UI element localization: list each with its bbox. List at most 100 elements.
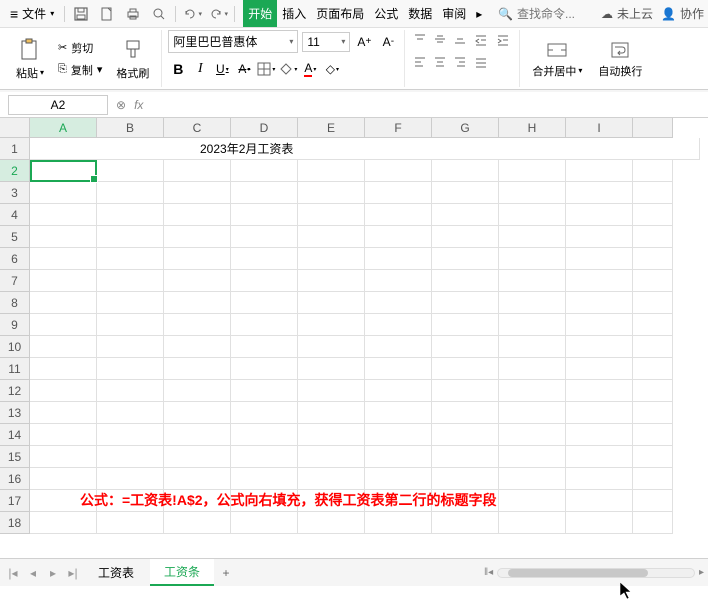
cell[interactable]	[499, 490, 566, 512]
cell[interactable]	[30, 446, 97, 468]
cell[interactable]	[633, 380, 673, 402]
coop-button[interactable]: 👤 协作	[661, 5, 704, 22]
cell[interactable]	[164, 490, 231, 512]
cell[interactable]	[298, 248, 365, 270]
cell[interactable]	[499, 182, 566, 204]
cell[interactable]	[365, 468, 432, 490]
cell[interactable]	[97, 380, 164, 402]
cell[interactable]	[97, 160, 164, 182]
cell[interactable]	[566, 204, 633, 226]
cell[interactable]	[30, 512, 97, 534]
cell[interactable]	[633, 292, 673, 314]
cell[interactable]	[231, 512, 298, 534]
merge-center-button[interactable]: 合并居中▾	[526, 37, 588, 81]
row-header[interactable]: 1	[0, 138, 30, 160]
sheet-first-button[interactable]: |◂	[4, 564, 22, 582]
cell[interactable]	[164, 182, 231, 204]
cell[interactable]	[298, 314, 365, 336]
cell[interactable]	[432, 402, 499, 424]
cell[interactable]	[164, 204, 231, 226]
cell[interactable]	[566, 446, 633, 468]
cell[interactable]	[432, 490, 499, 512]
cell[interactable]	[30, 182, 97, 204]
cell[interactable]	[30, 358, 97, 380]
tab-start[interactable]: 开始	[243, 0, 277, 27]
row-header[interactable]: 14	[0, 424, 30, 446]
col-header[interactable]: D	[231, 118, 298, 138]
cell[interactable]	[566, 226, 633, 248]
row-header[interactable]: 4	[0, 204, 30, 226]
tab-insert[interactable]: 插入	[277, 0, 311, 27]
cell[interactable]	[633, 226, 673, 248]
cell[interactable]	[432, 204, 499, 226]
cell[interactable]	[633, 336, 673, 358]
cell[interactable]	[298, 490, 365, 512]
cell[interactable]	[298, 270, 365, 292]
cell[interactable]	[164, 468, 231, 490]
cell[interactable]	[365, 402, 432, 424]
cell[interactable]	[164, 160, 231, 182]
cell[interactable]	[231, 424, 298, 446]
cell[interactable]	[30, 160, 97, 182]
italic-button[interactable]: I	[190, 59, 210, 79]
cell[interactable]	[633, 424, 673, 446]
cell[interactable]	[164, 402, 231, 424]
cell[interactable]	[566, 160, 633, 182]
cell[interactable]	[633, 314, 673, 336]
tab-more[interactable]: ▸	[471, 0, 487, 27]
cell[interactable]	[432, 512, 499, 534]
sheet-last-button[interactable]: ▸|	[64, 564, 82, 582]
cell[interactable]	[30, 490, 97, 512]
cell[interactable]	[566, 336, 633, 358]
align-right-button[interactable]	[451, 52, 469, 70]
row-header[interactable]: 3	[0, 182, 30, 204]
cut-button[interactable]: ✂剪切	[54, 38, 106, 58]
cell[interactable]	[298, 402, 365, 424]
cell[interactable]	[30, 226, 97, 248]
select-all-corner[interactable]	[0, 118, 30, 138]
cell[interactable]	[298, 358, 365, 380]
cell[interactable]	[164, 380, 231, 402]
col-header[interactable]: H	[499, 118, 566, 138]
cell[interactable]	[566, 292, 633, 314]
cell[interactable]	[633, 402, 673, 424]
cell[interactable]	[164, 248, 231, 270]
bold-button[interactable]: B	[168, 59, 188, 79]
cell[interactable]	[365, 512, 432, 534]
cell[interactable]	[499, 380, 566, 402]
preview-button[interactable]	[147, 2, 171, 26]
cell[interactable]	[365, 314, 432, 336]
strike-button[interactable]: A▾	[234, 59, 254, 79]
cell[interactable]	[97, 358, 164, 380]
cell[interactable]	[97, 446, 164, 468]
cell[interactable]	[298, 292, 365, 314]
cell[interactable]	[365, 248, 432, 270]
row-header[interactable]: 17	[0, 490, 30, 512]
name-box[interactable]	[8, 95, 108, 115]
cell[interactable]	[499, 424, 566, 446]
scroll-right-button[interactable]: ▸	[699, 567, 704, 578]
underline-button[interactable]: U▾	[212, 59, 232, 79]
cell[interactable]	[164, 424, 231, 446]
format-painter-button[interactable]: 格式刷	[110, 35, 155, 83]
fx-icon[interactable]: fx	[134, 98, 143, 112]
cell[interactable]	[164, 270, 231, 292]
cell[interactable]	[633, 160, 673, 182]
col-header[interactable]: G	[432, 118, 499, 138]
sheet-tab-salary[interactable]: 工资表	[84, 560, 148, 585]
scroll-thumb[interactable]	[508, 569, 648, 577]
cell[interactable]	[566, 424, 633, 446]
row-header[interactable]: 8	[0, 292, 30, 314]
paste-button[interactable]: 粘贴▾	[10, 35, 50, 83]
cell[interactable]	[633, 248, 673, 270]
cancel-icon[interactable]: ⊗	[116, 98, 126, 112]
cell[interactable]	[499, 160, 566, 182]
increase-font-button[interactable]: A+	[354, 32, 374, 52]
col-header[interactable]: A	[30, 118, 97, 138]
cell[interactable]	[499, 336, 566, 358]
font-color-button[interactable]: A▾	[300, 59, 320, 79]
indent-left-button[interactable]	[471, 30, 491, 50]
cell[interactable]	[566, 358, 633, 380]
cell[interactable]	[432, 182, 499, 204]
align-top-button[interactable]	[411, 30, 429, 48]
